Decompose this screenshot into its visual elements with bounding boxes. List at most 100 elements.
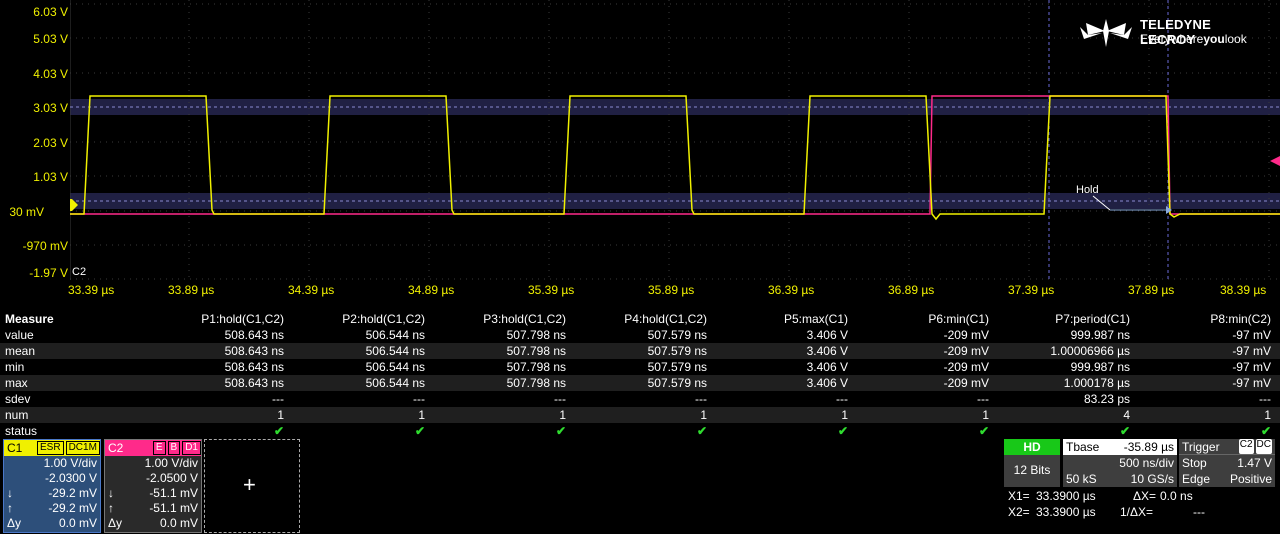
status-check-icon: ✔: [837, 424, 848, 438]
offset-value: -2.0300 V: [44, 471, 97, 485]
measure-cell: 507.579 ns: [647, 344, 707, 358]
measure-cell: 508.643 ns: [224, 360, 284, 374]
param-header[interactable]: P7:period(C1): [991, 311, 1132, 327]
measure-cell: 507.579 ns: [647, 360, 707, 374]
measure-table[interactable]: Measure P1:hold(C1,C2) P2:hold(C1,C2) P3…: [0, 311, 1280, 439]
measure-cell: 507.798 ns: [506, 344, 566, 358]
sample-rate: 10 GS/s: [1130, 472, 1174, 486]
measure-cell: ---: [695, 392, 707, 406]
measure-row-label: value: [5, 328, 34, 342]
channel-2-descriptor[interactable]: C2 E B D1 1.00 V/div -2.0500 V ↓ -51.1 mV…: [104, 439, 202, 533]
param-header[interactable]: P5:max(C1): [709, 311, 850, 327]
param-header[interactable]: P3:hold(C1,C2): [427, 311, 568, 327]
measure-cell: 507.798 ns: [506, 376, 566, 390]
trigger-source: C2: [1238, 439, 1254, 454]
offset-value: -2.0500 V: [145, 471, 198, 485]
measure-header-label: Measure: [5, 312, 54, 326]
measure-cell: 1: [418, 408, 425, 422]
measure-cell: 3.406 V: [806, 360, 848, 374]
x2-label: X2=: [1008, 505, 1030, 519]
param-header[interactable]: P8:min(C2): [1132, 311, 1273, 327]
measure-cell: 506.544 ns: [365, 344, 425, 358]
channel-name: C1: [7, 441, 23, 455]
measure-cell: 1.00006966 µs: [1050, 344, 1130, 358]
measure-cell: 1: [841, 408, 848, 422]
teledyne-logo-icon: [1080, 19, 1132, 47]
status-check-icon: ✔: [696, 424, 707, 438]
cursor-up-value: -51.1 mV: [149, 501, 198, 515]
measure-cell: 1: [982, 408, 989, 422]
cursor-down-value: -29.2 mV: [48, 486, 97, 500]
measure-row: max 508.643 ns 506.544 ns 507.798 ns 507.579…: [0, 375, 1280, 391]
x-tick-label: 38.39 µs: [1220, 283, 1267, 297]
measure-header-row: Measure P1:hold(C1,C2) P2:hold(C1,C2) P3…: [0, 311, 1280, 327]
waveform-grid[interactable]: C1 C2 Hold TELEDYNE LECROY Everywhereyou…: [56, 0, 1280, 280]
measure-cell: 508.643 ns: [224, 328, 284, 342]
measure-cell: -97 mV: [1232, 328, 1271, 342]
add-trace-slot[interactable]: +: [204, 439, 300, 533]
x-tick-label: 33.39 µs: [68, 283, 115, 297]
param-header[interactable]: P1:hold(C1,C2): [145, 311, 286, 327]
x-tick-label: 35.39 µs: [528, 283, 575, 297]
x1-label: X1=: [1008, 489, 1030, 503]
channel-tag: ESR: [37, 441, 64, 455]
y-tick-label: 6.03 V: [33, 5, 68, 19]
measure-row: value 508.643 ns 506.544 ns 507.798 ns 507.5…: [0, 327, 1280, 343]
measure-cell: 507.579 ns: [647, 328, 707, 342]
trigger-mode: Stop: [1182, 456, 1207, 470]
measure-cell: 3.406 V: [806, 344, 848, 358]
x-tick-label: 34.39 µs: [288, 283, 335, 297]
channel-1-descriptor[interactable]: C1 ESR DC1M 1.00 V/div -2.0300 V ↓ -29.2 …: [3, 439, 101, 533]
trigger-label: Trigger: [1182, 440, 1220, 454]
measure-cell: 3.406 V: [806, 376, 848, 390]
status-check-icon: ✔: [1260, 424, 1271, 438]
measure-cell: -97 mV: [1232, 360, 1271, 374]
measure-cell: 1: [559, 408, 566, 422]
measure-cell: -97 mV: [1232, 344, 1271, 358]
y-tick-label: 4.03 V: [33, 67, 68, 81]
c2-ground-marker[interactable]: C2: [72, 266, 86, 278]
c1-ground-marker[interactable]: C1: [56, 199, 69, 211]
channel-name: C2: [108, 441, 124, 455]
measure-cell: 507.579 ns: [647, 376, 707, 390]
status-check-icon: ✔: [273, 424, 284, 438]
measure-row-label: num: [5, 408, 29, 422]
inv-dx-label: 1/ΔX=: [1120, 505, 1154, 519]
channel-tag: DC1M: [65, 441, 100, 455]
measure-cell: 507.798 ns: [506, 328, 566, 342]
measure-row: status ✔ ✔ ✔ ✔ ✔ ✔ ✔ ✔: [0, 423, 1280, 439]
measure-cell: 506.544 ns: [365, 376, 425, 390]
y-tick-label: -970 mV: [22, 239, 68, 253]
y-tick-label: 1.03 V: [33, 170, 68, 184]
x1-value: 33.3900 µs: [1036, 489, 1096, 503]
x-tick-label: 33.89 µs: [168, 283, 215, 297]
param-header[interactable]: P4:hold(C1,C2): [568, 311, 709, 327]
status-check-icon: ✔: [978, 424, 989, 438]
measure-cell: ---: [1259, 392, 1271, 406]
measure-row-label: min: [5, 360, 25, 374]
measure-row-label: status: [5, 424, 38, 438]
param-header[interactable]: P6:min(C1): [850, 311, 991, 327]
measure-cell: -209 mV: [943, 328, 989, 342]
x-tick-label: 36.89 µs: [888, 283, 935, 297]
measure-cell: ---: [272, 392, 284, 406]
x-tick-label: 36.39 µs: [768, 283, 815, 297]
dx-value: 0.0 ns: [1160, 489, 1193, 503]
measure-cell: 3.406 V: [806, 328, 848, 342]
timebase-descriptor[interactable]: Tbase -35.89 µs 500 ns/div 50 kS 10 GS/s: [1063, 439, 1177, 487]
measure-cell: -97 mV: [1232, 376, 1271, 390]
measure-row-label: max: [5, 376, 28, 390]
param-header[interactable]: P2:hold(C1,C2): [286, 311, 427, 327]
hd-bits: 12 Bits: [1013, 463, 1051, 477]
channel-tag: D1: [182, 441, 201, 455]
time-per-div: 500 ns/div: [1119, 456, 1174, 470]
trigger-type: Edge: [1182, 472, 1211, 486]
add-icon: +: [243, 472, 256, 497]
measure-cell: 999.987 ns: [1070, 360, 1130, 374]
measure-cell: 508.643 ns: [224, 376, 284, 390]
trigger-descriptor[interactable]: Trigger C2 DC Stop 1.47 V Edge Positive: [1179, 439, 1275, 487]
measure-cell: ---: [554, 392, 566, 406]
hold-annotation-label: Hold: [1076, 184, 1099, 196]
measure-cell: 4: [1123, 408, 1130, 422]
hd-indicator[interactable]: HD 12 Bits: [1004, 439, 1060, 487]
